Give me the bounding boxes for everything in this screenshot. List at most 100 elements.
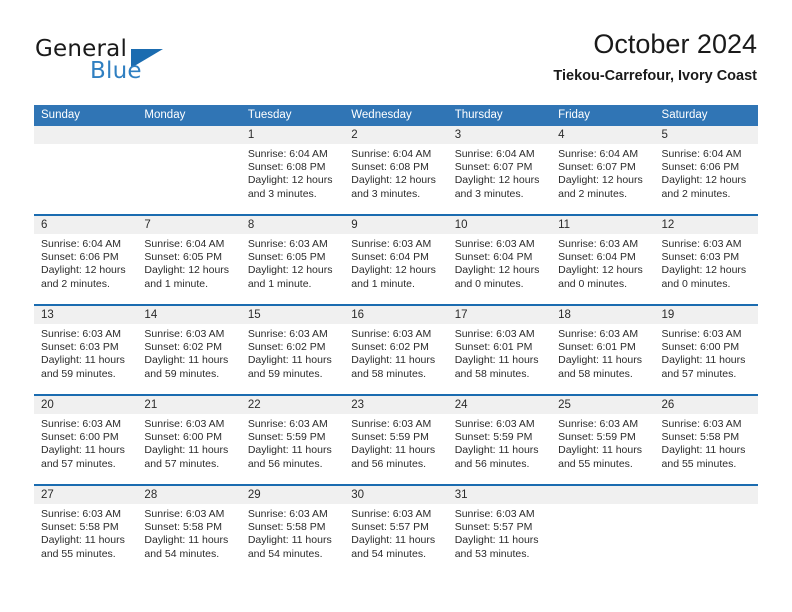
- calendar-day-cell[interactable]: [137, 126, 241, 215]
- daylight-duration-line1: Daylight: 11 hours: [144, 534, 229, 547]
- sunrise-time: Sunrise: 6:03 AM: [144, 418, 225, 430]
- day-cell-inner: 11 Sunrise: 6:03 AM Sunset: 6:04 PM Dayligh…: [551, 216, 655, 304]
- calendar-day-cell[interactable]: 12 Sunrise: 6:03 AM Sunset: 6:03 PM Dayligh…: [654, 214, 758, 305]
- calendar-day-cell[interactable]: 2 Sunrise: 6:04 AM Sunset: 6:08 PM Daylight…: [344, 126, 448, 215]
- daylight-duration-line2: and 56 minutes.: [351, 457, 426, 470]
- day-cell-inner: 5 Sunrise: 6:04 AM Sunset: 6:06 PM Daylight…: [654, 126, 758, 214]
- calendar-day-cell[interactable]: 20 Sunrise: 6:03 AM Sunset: 6:00 PM Dayligh…: [34, 394, 138, 485]
- daylight-duration-line2: and 54 minutes.: [351, 547, 426, 560]
- calendar-day-cell[interactable]: 5 Sunrise: 6:04 AM Sunset: 6:06 PM Daylight…: [654, 126, 758, 215]
- calendar-day-cell[interactable]: 17 Sunrise: 6:03 AM Sunset: 6:01 PM Dayligh…: [447, 304, 552, 395]
- calendar-day-cell[interactable]: 31 Sunrise: 6:03 AM Sunset: 5:57 PM Dayligh…: [447, 484, 552, 574]
- calendar-day-cell[interactable]: [34, 126, 138, 215]
- calendar-day-cell[interactable]: 29 Sunrise: 6:03 AM Sunset: 5:58 PM Dayligh…: [240, 484, 345, 574]
- daylight-duration-line1: Daylight: 12 hours: [454, 264, 540, 277]
- calendar-day-cell[interactable]: 9 Sunrise: 6:03 AM Sunset: 6:04 PM Daylight…: [344, 214, 448, 305]
- daylight-duration-line2: and 1 minute.: [144, 277, 209, 290]
- day-cell-inner: 31 Sunrise: 6:03 AM Sunset: 5:57 PM Dayligh…: [447, 486, 552, 574]
- calendar-day-cell[interactable]: 13 Sunrise: 6:03 AM Sunset: 6:03 PM Dayligh…: [34, 304, 138, 395]
- day-details: Sunrise: 6:03 AM Sunset: 6:00 PM Daylight:…: [655, 324, 758, 381]
- day-number: 21: [137, 396, 241, 414]
- calendar-day-cell[interactable]: 28 Sunrise: 6:03 AM Sunset: 5:58 PM Dayligh…: [137, 484, 241, 574]
- day-cell-inner: 22 Sunrise: 6:03 AM Sunset: 5:59 PM Dayligh…: [240, 396, 345, 484]
- calendar-day-cell[interactable]: 7 Sunrise: 6:04 AM Sunset: 6:05 PM Daylight…: [137, 214, 241, 305]
- brand-logo[interactable]: General Blue: [35, 36, 235, 88]
- calendar-day-cell[interactable]: 16 Sunrise: 6:03 AM Sunset: 6:02 PM Dayligh…: [344, 304, 448, 395]
- daylight-duration-line1: Daylight: 12 hours: [558, 174, 643, 187]
- sunrise-time: Sunrise: 6:03 AM: [247, 238, 328, 250]
- calendar-day-cell[interactable]: 15 Sunrise: 6:03 AM Sunset: 6:02 PM Dayligh…: [240, 304, 345, 395]
- calendar-day-cell[interactable]: 30 Sunrise: 6:03 AM Sunset: 5:57 PM Dayligh…: [344, 484, 448, 574]
- day-number: 12: [654, 216, 758, 234]
- daylight-duration-line2: and 0 minutes.: [454, 277, 524, 290]
- day-details: Sunrise: 6:03 AM Sunset: 6:03 PM Daylight:…: [34, 324, 137, 381]
- sunset-time: Sunset: 6:07 PM: [558, 161, 636, 174]
- calendar-day-cell[interactable]: 22 Sunrise: 6:03 AM Sunset: 5:59 PM Dayligh…: [240, 394, 345, 485]
- daylight-duration-line1: Daylight: 11 hours: [247, 354, 332, 367]
- calendar-day-cell[interactable]: 26 Sunrise: 6:03 AM Sunset: 5:58 PM Dayligh…: [654, 394, 758, 485]
- day-details: Sunrise: 6:03 AM Sunset: 6:04 PM Daylight:…: [344, 234, 447, 291]
- day-cell-inner: 14 Sunrise: 6:03 AM Sunset: 6:02 PM Dayligh…: [137, 306, 241, 394]
- day-cell-inner: [34, 126, 138, 214]
- calendar-day-cell[interactable]: 1 Sunrise: 6:04 AM Sunset: 6:08 PM Daylight…: [240, 126, 345, 215]
- daylight-duration-line2: and 2 minutes.: [41, 277, 110, 290]
- calendar-week-row: 20 Sunrise: 6:03 AM Sunset: 6:00 PM Dayligh…: [34, 394, 758, 485]
- day-details: Sunrise: 6:04 AM Sunset: 6:06 PM Daylight:…: [34, 234, 137, 291]
- day-number: 23: [344, 396, 448, 414]
- day-number: 13: [34, 306, 138, 324]
- sunset-time: Sunset: 5:57 PM: [454, 521, 533, 534]
- day-details: Sunrise: 6:03 AM Sunset: 6:01 PM Daylight:…: [551, 324, 654, 381]
- daylight-duration-line2: and 59 minutes.: [247, 367, 323, 380]
- day-details: Sunrise: 6:03 AM Sunset: 5:58 PM Daylight:…: [34, 504, 137, 561]
- calendar-day-cell[interactable]: 14 Sunrise: 6:03 AM Sunset: 6:02 PM Dayligh…: [137, 304, 241, 395]
- calendar-day-cell[interactable]: 11 Sunrise: 6:03 AM Sunset: 6:04 PM Dayligh…: [551, 214, 655, 305]
- day-cell-inner: 19 Sunrise: 6:03 AM Sunset: 6:00 PM Dayligh…: [654, 306, 758, 394]
- sunrise-time: Sunrise: 6:04 AM: [351, 148, 432, 160]
- calendar-day-cell[interactable]: 4 Sunrise: 6:04 AM Sunset: 6:07 PM Daylight…: [551, 126, 655, 215]
- sunset-time: Sunset: 6:02 PM: [144, 341, 223, 354]
- calendar-day-cell[interactable]: 23 Sunrise: 6:03 AM Sunset: 5:59 PM Dayligh…: [344, 394, 448, 485]
- calendar-page: General Blue October 2024 Tiekou-Carrefo…: [0, 0, 792, 612]
- daylight-duration-line1: Daylight: 11 hours: [454, 534, 539, 547]
- sunrise-time: Sunrise: 6:04 AM: [558, 148, 639, 160]
- calendar-day-cell[interactable]: 18 Sunrise: 6:03 AM Sunset: 6:01 PM Dayligh…: [551, 304, 655, 395]
- sunset-time: Sunset: 6:08 PM: [351, 161, 429, 174]
- day-number: 11: [551, 216, 655, 234]
- sunset-time: Sunset: 6:01 PM: [454, 341, 533, 354]
- calendar-day-cell[interactable]: 25 Sunrise: 6:03 AM Sunset: 5:59 PM Dayligh…: [551, 394, 655, 485]
- calendar-day-cell[interactable]: 21 Sunrise: 6:03 AM Sunset: 6:00 PM Dayligh…: [137, 394, 241, 485]
- day-details: Sunrise: 6:03 AM Sunset: 6:04 PM Daylight:…: [551, 234, 654, 291]
- daylight-duration-line1: Daylight: 11 hours: [144, 354, 229, 367]
- daylight-duration-line2: and 2 minutes.: [661, 187, 731, 200]
- daylight-duration-line2: and 56 minutes.: [247, 457, 323, 470]
- weekday-header-monday: Monday: [137, 105, 241, 126]
- calendar-day-cell[interactable]: 27 Sunrise: 6:03 AM Sunset: 5:58 PM Dayligh…: [34, 484, 138, 574]
- sunset-time: Sunset: 6:00 PM: [144, 431, 223, 444]
- calendar-day-cell[interactable]: 10 Sunrise: 6:03 AM Sunset: 6:04 PM Dayligh…: [447, 214, 552, 305]
- daylight-duration-line1: Daylight: 11 hours: [247, 444, 332, 457]
- sunrise-time: Sunrise: 6:03 AM: [661, 238, 742, 250]
- day-details: Sunrise: 6:04 AM Sunset: 6:06 PM Daylight:…: [655, 144, 758, 201]
- calendar-day-cell[interactable]: 6 Sunrise: 6:04 AM Sunset: 6:06 PM Daylight…: [34, 214, 138, 305]
- calendar-day-cell[interactable]: 24 Sunrise: 6:03 AM Sunset: 5:59 PM Dayligh…: [447, 394, 552, 485]
- calendar-day-cell[interactable]: [551, 484, 655, 574]
- calendar-week-row: 6 Sunrise: 6:04 AM Sunset: 6:06 PM Daylight…: [34, 214, 758, 305]
- sunset-time: Sunset: 5:58 PM: [41, 521, 119, 534]
- calendar-day-cell[interactable]: 19 Sunrise: 6:03 AM Sunset: 6:00 PM Dayligh…: [654, 304, 758, 395]
- sunrise-time: Sunrise: 6:03 AM: [661, 328, 742, 340]
- daylight-duration-line1: Daylight: 12 hours: [454, 174, 540, 187]
- day-details: Sunrise: 6:03 AM Sunset: 5:57 PM Daylight:…: [448, 504, 551, 561]
- day-details: Sunrise: 6:03 AM Sunset: 5:59 PM Daylight:…: [344, 414, 447, 471]
- calendar-day-cell[interactable]: [654, 484, 758, 574]
- daylight-duration-line1: Daylight: 11 hours: [454, 444, 539, 457]
- weekday-header-sunday: Sunday: [34, 105, 138, 126]
- day-number: [551, 486, 655, 504]
- calendar-day-cell[interactable]: 3 Sunrise: 6:04 AM Sunset: 6:07 PM Daylight…: [447, 126, 552, 215]
- daylight-duration-line1: Daylight: 12 hours: [247, 174, 333, 187]
- sunrise-time: Sunrise: 6:03 AM: [144, 328, 225, 340]
- day-number: 17: [447, 306, 552, 324]
- sunset-time: Sunset: 6:06 PM: [661, 161, 740, 174]
- calendar-day-cell[interactable]: 8 Sunrise: 6:03 AM Sunset: 6:05 PM Daylight…: [240, 214, 345, 305]
- day-details: [551, 504, 654, 508]
- day-number: 20: [34, 396, 138, 414]
